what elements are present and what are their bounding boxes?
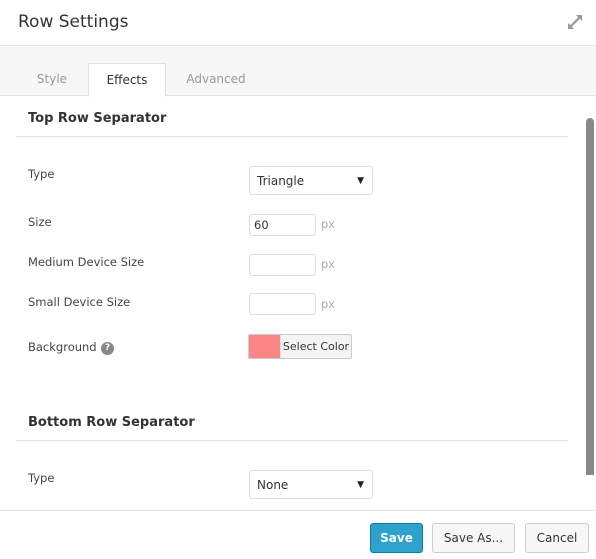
- size-input[interactable]: 60: [249, 214, 316, 236]
- dropdown-arrow-icon: ▼: [357, 176, 364, 186]
- section-divider: [16, 136, 568, 137]
- color-swatch[interactable]: [249, 335, 280, 358]
- select-color-button[interactable]: Select Color: [280, 335, 351, 358]
- background-label: Background: [28, 340, 97, 354]
- bottom-type-select[interactable]: None ▼: [249, 470, 373, 499]
- top-type-select[interactable]: Triangle ▼: [249, 166, 373, 195]
- bottom-separator-heading: Bottom Row Separator: [28, 415, 195, 430]
- tab-bar: Style Effects Advanced: [0, 47, 596, 97]
- bottom-type-value: None: [257, 478, 289, 492]
- top-separator-heading: Top Row Separator: [28, 111, 167, 126]
- background-color-picker[interactable]: Select Color: [248, 334, 352, 359]
- tab-style[interactable]: Style: [16, 63, 88, 97]
- settings-content: Top Row Separator Type Triangle ▼ Size 6…: [0, 97, 596, 510]
- dialog-title: Row Settings: [18, 12, 129, 32]
- tab-advanced[interactable]: Advanced: [166, 63, 266, 97]
- expand-arrows-icon[interactable]: [566, 13, 584, 31]
- section-divider: [16, 440, 568, 441]
- top-type-value: Triangle: [257, 174, 305, 188]
- save-as-button[interactable]: Save As...: [432, 523, 515, 553]
- cancel-button[interactable]: Cancel: [525, 523, 589, 553]
- medium-device-size-label: Medium Device Size: [28, 255, 145, 269]
- dropdown-arrow-icon: ▼: [357, 480, 364, 490]
- scrollbar-thumb[interactable]: [586, 118, 594, 475]
- small-device-size-input[interactable]: [249, 293, 316, 315]
- tab-effects[interactable]: Effects: [88, 63, 166, 97]
- dialog-header: Row Settings: [0, 0, 596, 46]
- help-icon[interactable]: ?: [101, 342, 114, 355]
- bottom-type-label: Type: [28, 471, 55, 485]
- dialog-footer: Save Save As... Cancel: [0, 510, 596, 559]
- small-device-size-label: Small Device Size: [28, 295, 131, 309]
- save-button[interactable]: Save: [370, 523, 423, 553]
- size-unit: px: [321, 217, 336, 231]
- medium-device-size-unit: px: [321, 257, 336, 271]
- medium-device-size-input[interactable]: [249, 254, 316, 276]
- top-type-label: Type: [28, 167, 55, 181]
- small-device-size-unit: px: [321, 297, 336, 311]
- size-label: Size: [28, 215, 52, 229]
